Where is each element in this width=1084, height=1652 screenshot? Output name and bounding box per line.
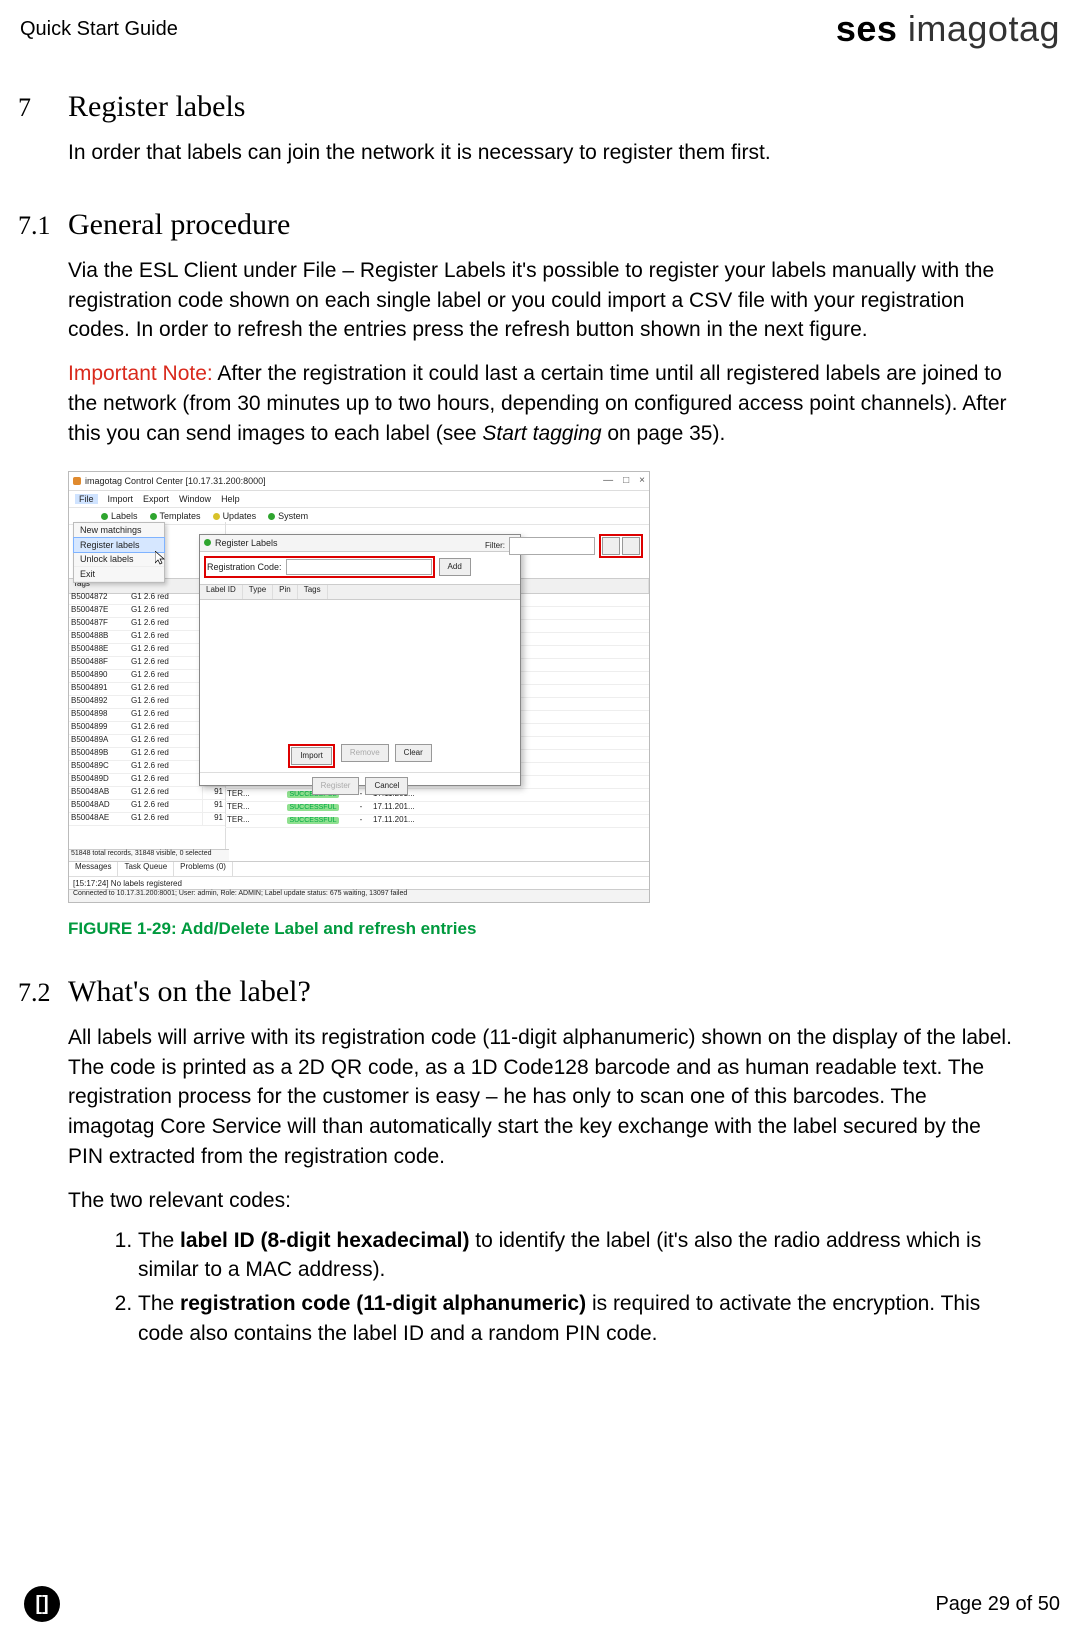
section72-para2: The two relevant codes: — [68, 1186, 1014, 1216]
tab-templates[interactable]: Templates — [150, 511, 201, 521]
section72-para1: All labels will arrive with its registra… — [68, 1023, 1014, 1172]
dialog-table-header: Label ID Type Pin Tags — [200, 584, 520, 600]
section-number-7: 7 — [18, 93, 68, 123]
cancel-button[interactable]: Cancel — [365, 777, 408, 795]
menu-import[interactable]: Import — [108, 494, 134, 504]
section71-note: Important Note: After the registration i… — [68, 359, 1014, 448]
section-title-72: What's on the label? — [68, 975, 311, 1009]
dh-tags: Tags — [298, 585, 328, 599]
section-title-7: Register labels — [68, 90, 245, 124]
file-menu-unlock-labels[interactable]: Unlock labels — [74, 552, 164, 567]
window-close-button[interactable]: × — [639, 475, 645, 486]
status-bar: Connected to 10.17.31.200:8001; User: ad… — [69, 889, 649, 902]
menu-file[interactable]: File — [75, 494, 98, 504]
menu-bar: File Import Export Window Help — [69, 491, 649, 508]
menu-window[interactable]: Window — [179, 494, 211, 504]
import-button[interactable]: Import — [291, 747, 332, 765]
section-number-72: 7.2 — [18, 978, 68, 1008]
import-highlight: Import — [288, 744, 335, 768]
dh-type: Type — [243, 585, 273, 599]
bottom-panel: Messages Task Queue Problems (0) [15:17:… — [69, 861, 649, 902]
refresh-all-button[interactable] — [622, 537, 640, 555]
window-minimize-button[interactable]: — — [603, 475, 613, 486]
filter-input[interactable] — [509, 537, 595, 555]
screenshot-figure: imagotag Control Center [10.17.31.200:80… — [68, 471, 650, 903]
footer-logo: [] — [24, 1586, 60, 1622]
brand-bold: ses — [836, 8, 898, 49]
section-title-71: General procedure — [68, 208, 290, 242]
reg-code-label: Registration Code: — [207, 562, 282, 572]
register-labels-dialog: Register Labels × Registration Code: Add… — [199, 534, 521, 786]
dh-pin: Pin — [273, 585, 298, 599]
section7-intro: In order that labels can join the networ… — [68, 138, 1014, 168]
file-menu-new-matchings[interactable]: New matchings — [74, 523, 164, 538]
bottom-tab-messages[interactable]: Messages — [69, 862, 118, 876]
file-menu-exit[interactable]: Exit — [74, 567, 164, 582]
section-number-71: 7.1 — [18, 211, 68, 241]
list-item-2: The registration code (11-digit alphanum… — [138, 1289, 1014, 1349]
dialog-icon — [204, 539, 211, 546]
table-row[interactable]: TER...SUCCESSFUL-17.11.201... — [225, 802, 649, 815]
bottom-tab-taskqueue[interactable]: Task Queue — [118, 862, 174, 876]
file-menu-register-labels[interactable]: Register labels — [73, 537, 165, 553]
clear-button[interactable]: Clear — [395, 744, 432, 762]
list-item-1: The label ID (8-digit hexadecimal) to id… — [138, 1226, 1014, 1286]
window-title: imagotag Control Center [10.17.31.200:80… — [85, 476, 266, 486]
cursor-icon — [155, 551, 165, 565]
brand-logo: ses imagotag — [836, 8, 1060, 50]
figure-caption: FIGURE 1-29: Add/Delete Label and refres… — [68, 919, 1014, 939]
table-row[interactable]: B50048ADG1 2.6 red91 — [69, 800, 225, 813]
filter-label: Filter: — [485, 541, 505, 550]
file-menu-dropdown: New matchings Register labels Unlock lab… — [73, 522, 165, 583]
important-note-label: Important Note: — [68, 362, 213, 385]
brand-light: imagotag — [897, 8, 1060, 49]
tab-labels[interactable]: Labels — [101, 511, 138, 521]
page-number: Page 29 of 50 — [935, 1593, 1060, 1616]
section71-para1: Via the ESL Client under File – Register… — [68, 256, 1014, 345]
bottom-tab-problems[interactable]: Problems (0) — [174, 862, 233, 876]
menu-export[interactable]: Export — [143, 494, 169, 504]
important-note-italic: Start tagging — [482, 422, 601, 445]
dh-labelid: Label ID — [200, 585, 243, 599]
remove-button[interactable]: Remove — [341, 744, 389, 762]
dialog-title: Register Labels — [215, 538, 278, 548]
add-button[interactable]: Add — [439, 558, 471, 576]
reg-code-input[interactable] — [286, 559, 432, 575]
refresh-buttons-highlight — [599, 534, 643, 558]
refresh-button[interactable] — [602, 537, 620, 555]
dialog-table-body — [200, 600, 520, 740]
tab-system[interactable]: System — [268, 511, 308, 521]
window-titlebar: imagotag Control Center [10.17.31.200:80… — [69, 472, 649, 491]
table-row[interactable]: TER...SUCCESSFUL-17.11.201... — [225, 815, 649, 828]
table-row[interactable]: B50048AEG1 2.6 red91 — [69, 813, 225, 826]
menu-help[interactable]: Help — [221, 494, 240, 504]
doc-title: Quick Start Guide — [20, 18, 178, 41]
tab-updates[interactable]: Updates — [213, 511, 257, 521]
reg-code-highlight: Registration Code: — [204, 556, 435, 578]
important-note-tail: on page 35). — [602, 422, 726, 445]
toolbar-right: Filter: — [485, 534, 643, 558]
register-button[interactable]: Register — [312, 777, 360, 795]
app-icon — [73, 477, 81, 485]
codes-list: The label ID (8-digit hexadecimal) to id… — [68, 1226, 1014, 1349]
window-maximize-button[interactable]: □ — [623, 475, 629, 486]
